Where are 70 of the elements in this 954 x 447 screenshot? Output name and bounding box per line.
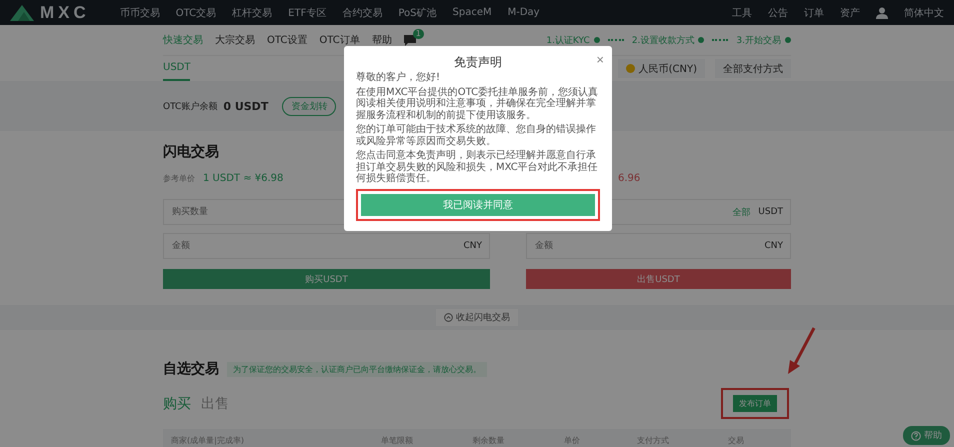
mountain-logo-icon: [10, 4, 34, 20]
column-header: 支付方式: [636, 435, 670, 446]
step-label: 3.开始交易: [736, 34, 781, 46]
column-header: 剩余数量: [472, 435, 506, 446]
dialog-paragraph: 在使用MXC平台提供的OTC委托挂单服务前，您须认真阅读相关使用说明和注意事项，并确保在完全理解并掌握服务流程和机制的前提下使用该服务。: [356, 86, 600, 121]
sub-nav-tab[interactable]: 快速交易: [163, 33, 203, 47]
annotation-arrow: [786, 326, 816, 376]
payment-method-select[interactable]: 全部支付方式: [715, 59, 791, 78]
collapse-button[interactable]: 收起闪电交易: [436, 309, 518, 326]
dialog-title: 免责声明: [453, 54, 503, 70]
notification-badge: 1: [412, 28, 424, 38]
nav-link[interactable]: 订单: [804, 6, 824, 20]
sell-price: 6.96: [618, 172, 640, 184]
step-dot: [594, 37, 600, 43]
help-button[interactable]: 帮助: [903, 426, 950, 445]
agree-button[interactable]: 我已阅读并同意: [361, 194, 595, 216]
section-title: 自选交易: [163, 360, 219, 378]
column-header: 单价: [564, 435, 581, 446]
buy-button[interactable]: 购买USDT: [163, 269, 490, 289]
currency-select[interactable]: 人民币(CNY): [618, 59, 705, 78]
sell-button[interactable]: 出售USDT: [526, 269, 791, 289]
unit-label: CNY: [463, 241, 482, 251]
dialog-paragraph: 尊敬的客户，您好!: [356, 72, 442, 84]
balance-value: 0 USDT: [223, 100, 268, 112]
question-icon: [911, 430, 921, 440]
nav-link[interactable]: M-Day: [508, 7, 540, 18]
step-dot: [698, 37, 704, 43]
chat-icon[interactable]: [404, 34, 416, 46]
buy-price: 1 USDT ≈ ¥6.98: [203, 172, 284, 184]
language-select[interactable]: 简体中文: [904, 6, 944, 20]
dialog-paragraph: 您点击同意本免责声明，则表示已经理解并愿意自行承担订单交易失败的风险和损失，MXC平台对此不承担任何损失赔偿责任。: [356, 150, 599, 184]
dialog-paragraph: 您的订单可能由于技术系统的故障、您自身的错误操作或风险异常等原因而交易失败。: [356, 124, 597, 147]
nav-link[interactable]: 工具: [732, 6, 752, 20]
sub-nav-tab[interactable]: 帮助: [372, 33, 392, 47]
reference-price-label: 参考单价: [163, 172, 195, 184]
nav-link[interactable]: ETF专区: [288, 6, 326, 20]
close-button[interactable]: ×: [596, 52, 604, 67]
nav-link[interactable]: 杠杆交易: [232, 6, 272, 20]
logo-text[interactable]: MXC: [40, 2, 90, 22]
unit-label: CNY: [764, 241, 783, 251]
step-dot: [785, 37, 791, 43]
step-connector: [712, 39, 728, 41]
nav-link[interactable]: 公告: [768, 6, 788, 20]
transfer-button[interactable]: 资金划转: [282, 96, 336, 116]
column-header: 交易: [728, 435, 746, 446]
notice-banner: 为了保证您的交易安全，认证商户已向平台缴纳保证金，请放心交易。: [227, 362, 487, 376]
column-header: 商家(成单量|完成率): [171, 435, 245, 446]
trade-tab[interactable]: 出售: [201, 394, 229, 412]
publish-order-button[interactable]: 发布订单: [733, 395, 777, 412]
unit-label: USDT: [758, 207, 783, 217]
column-header: 单笔限额: [381, 435, 414, 446]
nav-link[interactable]: PoS矿池: [398, 6, 436, 20]
step-label: 2.设置收款方式: [632, 34, 694, 46]
nav-link[interactable]: SpaceM: [452, 7, 492, 18]
section-title: 闪电交易: [163, 143, 219, 161]
nav-link[interactable]: OTC交易: [176, 6, 216, 20]
collapse-icon: [444, 313, 453, 322]
balance-label: OTC账户余额: [163, 100, 218, 112]
sub-nav-tab[interactable]: OTC订单: [319, 33, 360, 47]
sub-nav-tab[interactable]: OTC设置: [267, 33, 308, 47]
user-icon[interactable]: [876, 6, 888, 18]
nav-link[interactable]: 合约交易: [342, 6, 382, 20]
step-label: 1.认证KYC: [546, 34, 590, 46]
sub-nav-tab[interactable]: 大宗交易: [215, 33, 255, 47]
coin-icon: [626, 64, 635, 73]
nav-link[interactable]: 币币交易: [120, 6, 160, 20]
all-link[interactable]: 全部: [732, 206, 750, 218]
trade-tab[interactable]: 购买: [163, 394, 191, 412]
step-connector: [608, 39, 624, 41]
nav-link[interactable]: 资产: [840, 6, 860, 20]
